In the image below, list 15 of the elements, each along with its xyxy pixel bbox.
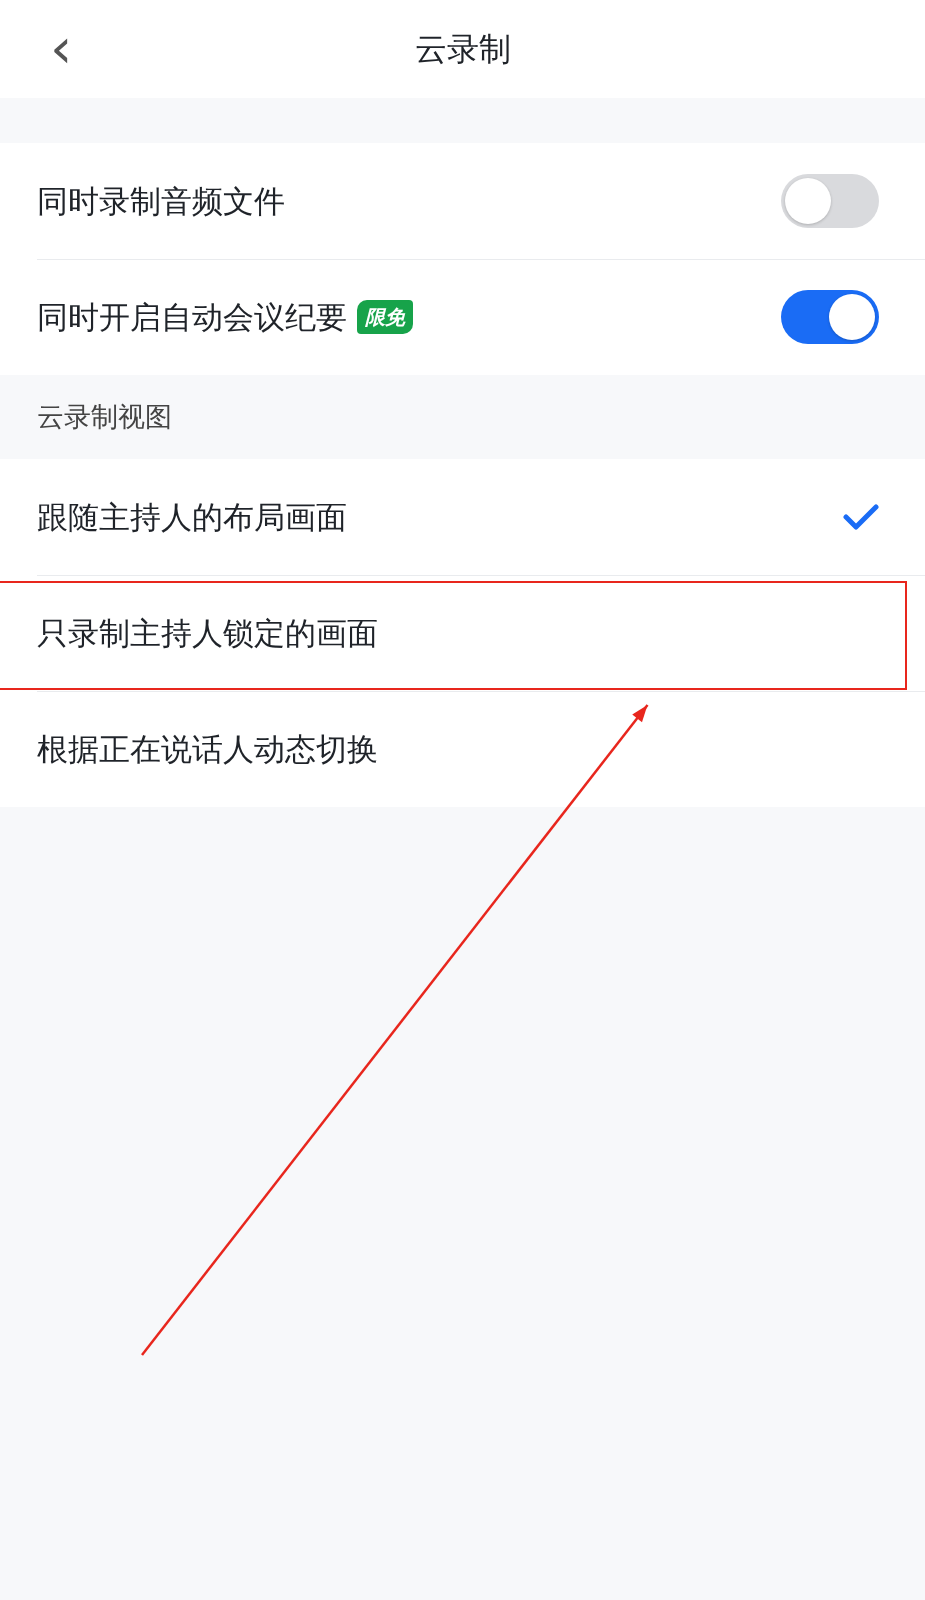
checkmark-icon <box>843 503 879 531</box>
option-row[interactable]: 跟随主持人的布局画面 <box>0 459 925 575</box>
option-label: 根据正在说话人动态切换 <box>37 729 379 769</box>
toggle-switch[interactable] <box>781 174 879 228</box>
option-row[interactable]: 只录制主持人锁定的画面 <box>0 575 925 691</box>
back-button[interactable]: ‹ <box>40 20 83 76</box>
setting-label: 同时开启自动会议纪要 <box>37 297 347 337</box>
section-title: 云录制视图 <box>37 399 172 434</box>
toggle-switch[interactable] <box>781 290 879 344</box>
option-row[interactable]: 根据正在说话人动态切换 <box>0 691 925 807</box>
setting-label: 同时录制音频文件 <box>37 181 285 221</box>
page-title: 云录制 <box>414 29 511 70</box>
free-badge: 限免 <box>357 300 413 334</box>
option-label: 跟随主持人的布局画面 <box>37 497 348 537</box>
option-label: 只录制主持人锁定的画面 <box>37 613 379 653</box>
